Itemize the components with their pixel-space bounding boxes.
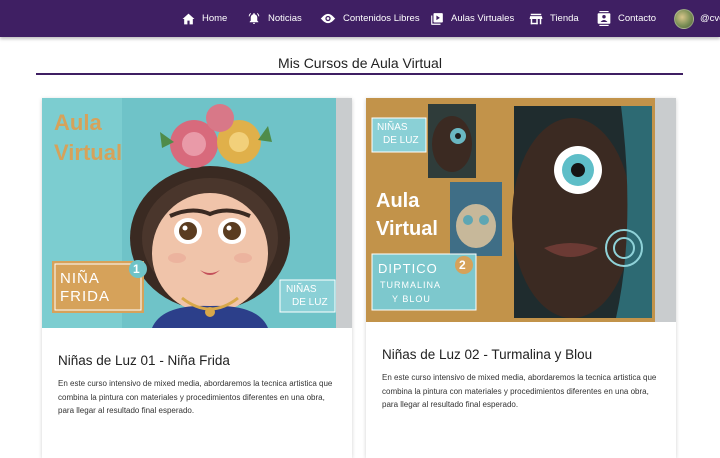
course-number-badge-1: 1 [133, 262, 140, 276]
course-name-line1-1: NIÑA [60, 270, 100, 287]
bell-icon [248, 12, 260, 24]
course-title[interactable]: Niñas de Luz 01 - Niña Frida [58, 353, 230, 368]
virtual-label-1: Virtual [54, 140, 123, 165]
store-icon [529, 13, 543, 24]
brand-line1-1: NIÑAS [286, 284, 317, 295]
nav-contacto-label: Contacto [618, 13, 657, 24]
course-name-line2-2: TURMALINA [380, 280, 442, 290]
nav-contenidos-libres-label: Contenidos Libres [343, 13, 420, 24]
eye-icon [320, 13, 336, 24]
user-handle: @cve [700, 13, 720, 24]
video-library-icon [431, 12, 443, 25]
brand-line2-2: DE LUZ [383, 135, 419, 146]
avatar [674, 8, 694, 29]
nav-home-label: Home [202, 13, 228, 24]
course-name-line2-1: FRIDA [60, 288, 110, 305]
top-navbar: Home Noticias Contenidos Libres Aulas Vi… [0, 0, 720, 37]
course-image-2[interactable]: NIÑAS DE LUZ Aula Virtual DIPTICO TURMAL… [366, 98, 676, 322]
course-description: En este curso intensivo de mixed media, … [382, 373, 657, 409]
nav-home[interactable]: Home [182, 0, 227, 37]
contact-icon [597, 11, 611, 26]
title-divider [36, 73, 683, 75]
course-image-1[interactable]: Aula Virtual NIÑA FRIDA 1 NIÑAS DE LUZ [42, 98, 352, 328]
course-card-1[interactable]: Aula Virtual NIÑA FRIDA 1 NIÑAS DE LUZ N… [42, 98, 352, 458]
aula-label-2: Aula [376, 190, 420, 212]
virtual-label-2: Virtual [376, 218, 438, 240]
nav-noticias[interactable]: Noticias [247, 0, 302, 37]
course-description: En este curso intensivo de mixed media, … [58, 379, 333, 415]
nav-aulas-virtuales[interactable]: Aulas Virtuales [430, 0, 514, 37]
nav-noticias-label: Noticias [268, 13, 302, 24]
home-icon [182, 13, 195, 24]
brand-line2-1: DE LUZ [292, 297, 328, 308]
nav-tienda[interactable]: Tienda [529, 0, 579, 37]
course-number-badge-2: 2 [459, 258, 466, 272]
user-menu[interactable]: @cve [674, 0, 720, 37]
aula-label-1: Aula [54, 110, 102, 135]
nav-contacto[interactable]: Contacto [597, 0, 656, 37]
course-name-line1-2: DIPTICO [378, 261, 438, 276]
course-name-line3-2: Y BLOU [392, 294, 431, 304]
course-card-2[interactable]: NIÑAS DE LUZ Aula Virtual DIPTICO TURMAL… [366, 98, 676, 458]
nav-contenidos-libres[interactable]: Contenidos Libres [320, 0, 420, 37]
brand-line1-2: NIÑAS [377, 122, 408, 133]
nav-tienda-label: Tienda [550, 13, 579, 24]
course-title[interactable]: Niñas de Luz 02 - Turmalina y Blou [382, 347, 592, 362]
page-title: Mis Cursos de Aula Virtual [278, 55, 442, 71]
nav-aulas-virtuales-label: Aulas Virtuales [451, 13, 515, 24]
